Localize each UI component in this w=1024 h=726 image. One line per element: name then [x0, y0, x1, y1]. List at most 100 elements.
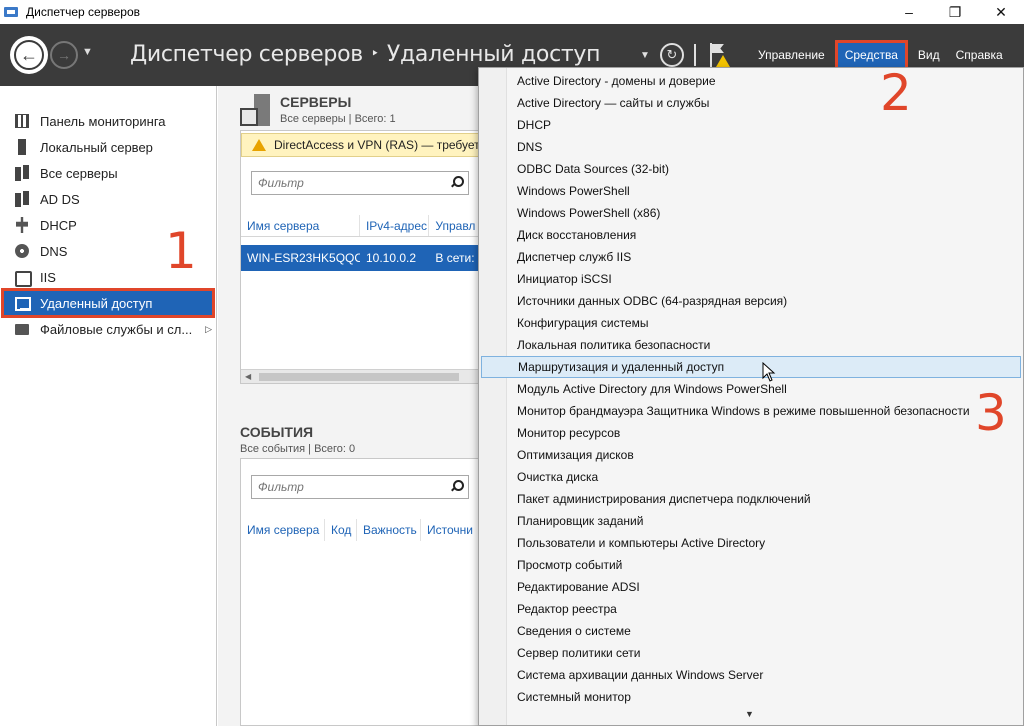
ad-ds-icon: [14, 191, 30, 207]
window-title-bar[interactable]: Диспетчер серверов – ❐ ✕: [0, 0, 1024, 24]
sidebar-item-label: Все серверы: [40, 165, 118, 181]
chevron-down-icon[interactable]: ▼: [640, 50, 650, 61]
tools-menu-item[interactable]: ODBC Data Sources (32-bit): [481, 158, 1021, 180]
column-ipv4[interactable]: IPv4-адрес: [360, 215, 430, 236]
servers-table-header: Имя сервера IPv4-адрес Управл: [241, 215, 479, 237]
warning-icon: [715, 55, 730, 67]
tools-menu-item[interactable]: Редактирование ADSI: [481, 576, 1021, 598]
dns-icon: [14, 243, 30, 259]
sidebar-item-remote-access[interactable]: Удаленный доступ: [1, 288, 215, 318]
breadcrumb-current: Удаленный доступ: [386, 42, 601, 67]
tools-menu-item[interactable]: Пользователи и компьютеры Active Directo…: [481, 532, 1021, 554]
breadcrumb-root[interactable]: Диспетчер серверов: [130, 42, 363, 67]
forward-button[interactable]: →: [50, 41, 78, 69]
events-tile-subtitle: Все события | Всего: 0: [240, 443, 356, 455]
menu-help[interactable]: Справка: [948, 42, 1011, 68]
annotation-number-2: 2: [880, 64, 912, 122]
file-services-icon: [14, 321, 30, 337]
sidebar-item-label: IIS: [40, 269, 56, 285]
close-icon[interactable]: ✕: [978, 0, 1024, 24]
expand-arrow-icon[interactable]: ▷: [205, 324, 212, 335]
tools-menu-item[interactable]: Инициатор iSCSI: [481, 268, 1021, 290]
sidebar-item-all-servers[interactable]: Все серверы: [0, 160, 216, 186]
tools-menu-item[interactable]: Диспетчер служб IIS: [481, 246, 1021, 268]
tools-menu-item[interactable]: Система архивации данных Windows Server: [481, 664, 1021, 686]
scroll-left-icon[interactable]: ◀: [245, 372, 251, 381]
column-server-name[interactable]: Имя сервера: [241, 215, 360, 236]
mouse-cursor-icon: [762, 361, 776, 382]
tools-menu-item[interactable]: Active Directory - домены и доверие: [481, 70, 1021, 92]
tools-menu-item[interactable]: Просмотр событий: [481, 554, 1021, 576]
tools-menu-item[interactable]: Планировщик заданий: [481, 510, 1021, 532]
menu-view[interactable]: Вид: [910, 42, 948, 68]
minimize-icon[interactable]: –: [886, 0, 932, 24]
column-manageability[interactable]: Управл: [429, 215, 479, 236]
tools-menu-item[interactable]: Оптимизация дисков: [481, 444, 1021, 466]
column-server-name[interactable]: Имя сервера: [241, 519, 325, 541]
column-source[interactable]: Источни: [421, 519, 479, 541]
column-severity[interactable]: Важность: [357, 519, 421, 541]
server-name-cell: WIN-ESR23HK5QQO: [247, 251, 360, 265]
tools-menu-item[interactable]: Системный монитор: [481, 686, 1021, 708]
sidebar-item-dashboard[interactable]: Панель мониторинга: [0, 108, 216, 134]
notifications-flag-icon[interactable]: [706, 43, 730, 67]
column-code[interactable]: Код: [325, 519, 357, 541]
tools-dropdown-menu: Active Directory - домены и доверие Activ…: [478, 67, 1024, 726]
scrollbar-thumb[interactable]: [259, 373, 459, 381]
warning-bar[interactable]: DirectAccess и VPN (RAS) — требуется: [241, 133, 501, 157]
server-status-cell: В сети:: [435, 251, 475, 265]
sidebar: Панель мониторинга Локальный сервер Все …: [0, 86, 217, 726]
dhcp-icon: [14, 217, 30, 233]
scroll-down-icon[interactable]: ▼: [745, 709, 754, 719]
tools-menu-item[interactable]: Редактор реестра: [481, 598, 1021, 620]
servers-tile-title: СЕРВЕРЫ: [280, 94, 352, 110]
tools-menu-item[interactable]: DHCP: [481, 114, 1021, 136]
tools-menu-item[interactable]: Сервер политики сети: [481, 642, 1021, 664]
tools-menu-item[interactable]: Локальная политика безопасности: [481, 334, 1021, 356]
tools-menu-item[interactable]: Windows PowerShell (x86): [481, 202, 1021, 224]
maximize-icon[interactable]: ❐: [932, 0, 978, 24]
servers-filter[interactable]: [251, 171, 469, 195]
events-tile-header: СОБЫТИЯ Все события | Всего: 0: [240, 424, 355, 455]
history-dropdown-icon[interactable]: ▼: [82, 46, 93, 58]
warning-icon: [252, 139, 266, 151]
tools-menu-item[interactable]: Маршрутизация и удаленный доступ: [481, 356, 1021, 378]
annotation-number-3: 3: [975, 384, 1007, 442]
events-filter-input[interactable]: [258, 480, 438, 494]
iis-icon: [14, 269, 32, 287]
tools-menu-item[interactable]: Пакет администрирования диспетчера подкл…: [481, 488, 1021, 510]
tools-menu-item[interactable]: Очистка диска: [481, 466, 1021, 488]
servers-tile-subtitle: Все серверы | Всего: 1: [280, 113, 396, 125]
window-title: Диспетчер серверов: [26, 5, 141, 19]
sidebar-item-ad-ds[interactable]: AD DS: [0, 186, 216, 212]
search-icon[interactable]: [450, 480, 464, 492]
tools-menu-item[interactable]: Монитор ресурсов: [481, 422, 1021, 444]
tools-menu-item[interactable]: Windows PowerShell: [481, 180, 1021, 202]
sidebar-item-label: Удаленный доступ: [40, 295, 153, 311]
tools-menu-item[interactable]: Сведения о системе: [481, 620, 1021, 642]
window-controls: – ❐ ✕: [886, 0, 1024, 24]
tools-menu-item[interactable]: Источники данных ODBC (64-разрядная верс…: [481, 290, 1021, 312]
servers-panel: DirectAccess и VPN (RAS) — требуется Имя…: [240, 130, 501, 384]
tools-menu-item[interactable]: Монитор брандмауэра Защитника Windows в …: [481, 400, 1021, 422]
sidebar-item-file-services[interactable]: Файловые службы и сл... ▷: [0, 316, 216, 342]
events-panel: Имя сервера Код Важность Источни: [240, 458, 480, 726]
table-row[interactable]: WIN-ESR23HK5QQO 10.10.0.2 В сети:: [241, 245, 479, 271]
events-filter[interactable]: [251, 475, 469, 499]
tools-menu-item[interactable]: DNS: [481, 136, 1021, 158]
horizontal-scrollbar[interactable]: ◀: [241, 369, 479, 383]
sidebar-item-local-server[interactable]: Локальный сервер: [0, 134, 216, 160]
annotation-number-1: 1: [165, 222, 197, 280]
tools-menu-item[interactable]: Модуль Active Directory для Windows Powe…: [481, 378, 1021, 400]
back-button[interactable]: ←: [10, 36, 48, 74]
refresh-icon[interactable]: ↻: [659, 43, 684, 67]
tools-menu-item[interactable]: Active Directory — сайты и службы: [481, 92, 1021, 114]
breadcrumb: Диспетчер серверов ‣ Удаленный доступ: [130, 42, 600, 67]
servers-filter-input[interactable]: [258, 176, 438, 190]
dashboard-icon: [14, 113, 30, 129]
server-manager-app-icon: [4, 5, 20, 19]
search-icon[interactable]: [450, 176, 464, 188]
menu-manage[interactable]: Управление: [750, 42, 833, 68]
tools-menu-item[interactable]: Конфигурация системы: [481, 312, 1021, 334]
tools-menu-item[interactable]: Диск восстановления: [481, 224, 1021, 246]
